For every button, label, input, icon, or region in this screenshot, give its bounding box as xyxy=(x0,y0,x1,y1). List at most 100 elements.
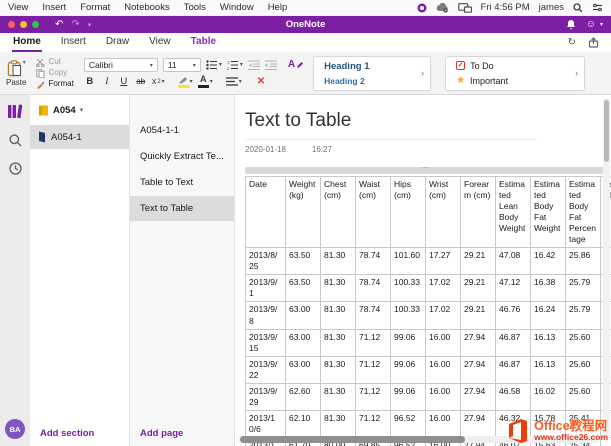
notifications-bell-icon[interactable] xyxy=(566,19,576,30)
table-column-header[interactable]: Forearm (cm) xyxy=(461,177,496,248)
styles-button[interactable]: A xyxy=(288,60,303,70)
table-cell[interactable]: 71.12 xyxy=(356,410,391,437)
italic-button[interactable]: I xyxy=(101,77,113,87)
strikethrough-button[interactable]: ab xyxy=(135,77,147,86)
table-cell[interactable]: 81.30 xyxy=(321,410,356,437)
page-item[interactable]: Table to Text xyxy=(130,170,234,195)
weight-table[interactable]: DateWeight (kg)Chest (cm)Waist (cm)Hips … xyxy=(245,176,611,446)
table-cell[interactable]: 99.06 xyxy=(391,356,426,383)
table-cell[interactable]: 16.13 xyxy=(531,329,566,356)
menu-view[interactable]: View xyxy=(8,2,28,13)
menu-tools[interactable]: Tools xyxy=(184,2,206,13)
subscript-button[interactable]: x2▾ xyxy=(152,77,165,86)
table-column-header[interactable]: Waist (cm) xyxy=(356,177,391,248)
tab-home[interactable]: Home xyxy=(12,33,42,52)
table-cell[interactable]: 62.10 xyxy=(286,410,321,437)
outdent-button[interactable] xyxy=(248,60,260,70)
page-title[interactable]: Text to Table xyxy=(245,110,537,140)
table-column-header[interactable]: Weight (kg) xyxy=(286,177,321,248)
style-heading2[interactable]: Heading 2 xyxy=(324,76,411,86)
redo-icon[interactable]: ↷ xyxy=(71,19,79,30)
table-column-header[interactable]: Chest (cm) xyxy=(321,177,356,248)
tab-insert[interactable]: Insert xyxy=(60,33,87,52)
table-cell[interactable]: 63.50 xyxy=(286,275,321,302)
table-cell[interactable]: 63.00 xyxy=(286,356,321,383)
table-cell[interactable]: 27.94 xyxy=(461,356,496,383)
highlighter-button[interactable]: ▾ xyxy=(178,76,193,88)
page-item[interactable]: Quickly Extract Te... xyxy=(130,144,234,169)
table-cell[interactable]: 46.58 xyxy=(496,383,531,410)
table-cell[interactable]: 63.50 xyxy=(286,248,321,275)
menu-format[interactable]: Format xyxy=(80,2,110,13)
table-cell[interactable]: 81.30 xyxy=(321,356,356,383)
table-cell[interactable]: 78.74 xyxy=(356,275,391,302)
table-cell[interactable]: 16.00 xyxy=(426,383,461,410)
table-cell[interactable]: 81.30 xyxy=(321,329,356,356)
tags-expand-icon[interactable]: › xyxy=(575,68,578,78)
search-icon[interactable] xyxy=(9,134,22,147)
table-cell[interactable]: 2013/9/15 xyxy=(246,329,286,356)
notebooks-icon[interactable] xyxy=(7,104,23,119)
undo-icon[interactable]: ↶ xyxy=(55,19,63,30)
table-cell[interactable]: 29.21 xyxy=(461,275,496,302)
bold-button[interactable]: B xyxy=(84,76,96,87)
table-cell[interactable]: 2013/10/6 xyxy=(246,410,286,437)
menu-insert[interactable]: Insert xyxy=(42,2,66,13)
table-cell[interactable]: 2013/9/8 xyxy=(246,302,286,329)
page-item[interactable]: Text to Table xyxy=(130,196,234,221)
account-avatar[interactable]: BA xyxy=(5,419,25,439)
table-cell[interactable]: 25.79 xyxy=(566,275,601,302)
menu-help[interactable]: Help xyxy=(268,2,288,13)
minimize-window-button[interactable] xyxy=(20,21,27,28)
table-cell[interactable]: 2013/9/29 xyxy=(246,383,286,410)
table-cell[interactable]: 46.87 xyxy=(496,329,531,356)
table-cell[interactable]: 2013/9/1 xyxy=(246,275,286,302)
table-column-header[interactable]: Estimated Body Fat Weight xyxy=(531,177,566,248)
table-cell[interactable]: 101.60 xyxy=(391,248,426,275)
table-cell[interactable]: 17.02 xyxy=(426,275,461,302)
table-cell[interactable]: 99.06 xyxy=(391,383,426,410)
section-item-a054-1[interactable]: A054-1 xyxy=(30,125,129,149)
tab-table[interactable]: Table xyxy=(190,33,217,52)
table-cell[interactable]: 46.87 xyxy=(496,356,531,383)
paragraph-align-button[interactable]: ▾ xyxy=(226,77,242,86)
table-column-header[interactable]: Estimated Lean Body Weight xyxy=(496,177,531,248)
table-cell[interactable]: 25.60 xyxy=(566,356,601,383)
page-item[interactable]: A054-1-1 xyxy=(130,118,234,143)
sync-icon[interactable]: ↻ xyxy=(568,37,576,48)
font-size-select[interactable]: 11▾ xyxy=(163,58,201,72)
font-name-select[interactable]: Calibri▾ xyxy=(84,58,158,72)
share-icon[interactable] xyxy=(588,37,599,48)
table-cell[interactable]: 63.00 xyxy=(286,302,321,329)
indent-button[interactable] xyxy=(265,60,277,70)
table-cell[interactable]: 16.42 xyxy=(531,248,566,275)
tab-view[interactable]: View xyxy=(148,33,172,52)
table-cell[interactable]: 100.33 xyxy=(391,302,426,329)
page-canvas[interactable]: Text to Table 2020-01-18 16:27 ⋯ DateWei… xyxy=(235,95,611,446)
zoom-window-button[interactable] xyxy=(32,21,39,28)
table-cell[interactable]: 16.00 xyxy=(426,410,461,437)
style-heading1[interactable]: Heading 1 xyxy=(324,61,411,72)
cut-button[interactable]: Cut xyxy=(36,58,73,67)
font-color-button[interactable]: A ▾ xyxy=(198,75,213,88)
spotlight-search-icon[interactable] xyxy=(573,3,583,13)
notification-center-icon[interactable] xyxy=(592,3,603,12)
tag-important[interactable]: ★Important xyxy=(456,76,565,86)
styles-expand-icon[interactable]: › xyxy=(421,68,424,78)
table-cell[interactable]: 2013/9/22 xyxy=(246,356,286,383)
table-cell[interactable]: 25.60 xyxy=(566,329,601,356)
paste-dropdown-icon[interactable]: ▾ xyxy=(23,60,26,66)
vertical-scrollbar-thumb[interactable] xyxy=(604,100,609,162)
table-cell[interactable]: 16.13 xyxy=(531,356,566,383)
table-cell[interactable]: 99.06 xyxy=(391,329,426,356)
recent-clock-icon[interactable] xyxy=(9,162,22,175)
table-cell[interactable]: 81.30 xyxy=(321,275,356,302)
table-cell[interactable]: 29.21 xyxy=(461,248,496,275)
horizontal-scrollbar-thumb[interactable] xyxy=(240,436,465,443)
table-cell[interactable]: 17.02 xyxy=(426,302,461,329)
format-painter-button[interactable]: Format xyxy=(36,80,73,89)
table-cell[interactable]: 16.00 xyxy=(426,329,461,356)
table-cell[interactable]: 100.33 xyxy=(391,275,426,302)
table-drag-handle[interactable]: ⋯ xyxy=(245,167,605,174)
table-cell[interactable]: 16.00 xyxy=(426,356,461,383)
